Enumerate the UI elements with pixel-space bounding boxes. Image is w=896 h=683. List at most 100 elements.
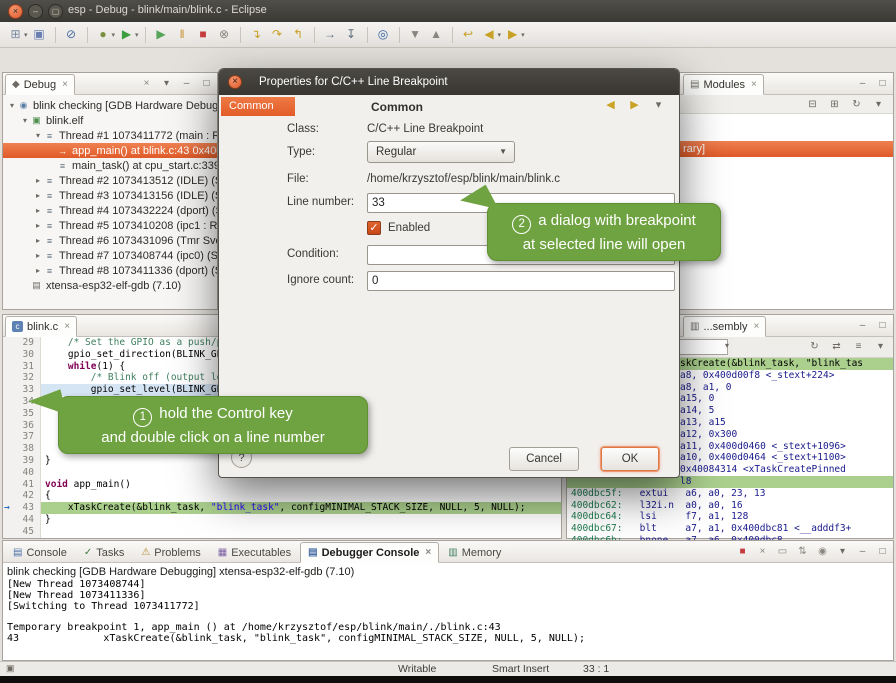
back-icon[interactable]: ◀ <box>604 98 617 111</box>
show-source-icon[interactable]: ≡ <box>852 341 865 352</box>
debug-tree-item[interactable]: ▸≡Thread #4 1073432224 (dport) (Sus <box>3 203 217 218</box>
close-tab-icon[interactable]: × <box>425 547 431 558</box>
previous-annotation-icon[interactable]: ▲ <box>427 25 446 44</box>
line-number[interactable]: 39 <box>3 455 41 467</box>
code-text[interactable] <box>41 526 561 538</box>
debug-tree-item[interactable]: ▤xtensa-esp32-elf-gdb (7.10) <box>3 278 217 293</box>
tab-console[interactable]: ▤Console <box>5 542 75 563</box>
tree-expander-icon[interactable]: ▾ <box>20 116 30 125</box>
minimize-view-icon[interactable]: – <box>856 320 869 331</box>
debug-tree-item[interactable]: ▾≡Thread #1 1073411772 (main : Runn <box>3 128 217 143</box>
tab-memory[interactable]: ▥Memory <box>440 542 509 563</box>
tab-blink-c[interactable]: c blink.c × <box>5 316 77 337</box>
skip-all-breakpoints-icon[interactable]: ⊘ <box>62 25 81 44</box>
line-number[interactable]: 30 <box>3 349 41 361</box>
close-tab-icon[interactable]: × <box>751 79 757 90</box>
line-number[interactable]: 33 <box>3 384 41 396</box>
window-maximize-button[interactable] <box>48 4 63 19</box>
line-number[interactable]: 32 <box>3 372 41 384</box>
refresh-disassembly-icon[interactable]: ↻ <box>808 341 821 352</box>
type-select[interactable]: Regular ▼ <box>367 141 515 163</box>
dialog-titlebar[interactable]: Properties for C/C++ Line Breakpoint <box>219 69 679 95</box>
remove-launch-icon[interactable]: × <box>756 546 769 557</box>
disassembly-line[interactable]: 400dbc5f: extui a6, a0, 23, 13 <box>567 488 893 500</box>
tree-expander-icon[interactable]: ▸ <box>33 206 43 215</box>
debug-tree-item[interactable]: ▾◉blink checking [GDB Hardware Debug <box>3 98 217 113</box>
terminate-icon[interactable]: ■ <box>736 546 749 557</box>
debug-tree-item[interactable]: ▸≡Thread #3 1073413156 (IDLE) (Susp <box>3 188 217 203</box>
last-edit-location-icon[interactable]: ↩ <box>459 25 478 44</box>
terminate-icon[interactable]: ■ <box>194 25 213 44</box>
instruction-stepping-icon[interactable]: → <box>321 25 340 44</box>
code-text[interactable]: void app_main() <box>41 479 561 491</box>
line-number[interactable]: 42 <box>3 490 41 502</box>
step-over-icon[interactable]: ↷ <box>268 25 287 44</box>
debug-tree-item[interactable]: ▸≡Thread #6 1073431096 (Tmr Svc) (S <box>3 233 217 248</box>
tab-debugger-console[interactable]: ▤Debugger Console× <box>300 542 439 563</box>
code-text[interactable]: } <box>41 514 561 526</box>
step-into-icon[interactable]: ↴ <box>247 25 266 44</box>
maximize-view-icon[interactable]: □ <box>876 78 889 89</box>
disassembly-menu-icon[interactable]: ▾ <box>874 341 887 352</box>
disassembly-line[interactable]: 400dbc64: lsi f7, a1, 128 <box>567 511 893 523</box>
tree-expander-icon[interactable]: ▾ <box>7 101 17 110</box>
enabled-checkbox[interactable] <box>367 221 381 235</box>
view-menu-icon[interactable]: ▾ <box>160 78 173 89</box>
close-tab-icon[interactable]: × <box>64 321 70 332</box>
debug-tree-item[interactable]: ▸≡Thread #5 1073410208 (ipc1 : Runni <box>3 218 217 233</box>
disconnect-icon[interactable]: ⊗ <box>215 25 234 44</box>
forward-icon[interactable]: ▶ <box>503 25 522 44</box>
line-number[interactable]: 44 <box>3 514 41 526</box>
debug-tree-item[interactable]: ▸≡Thread #7 1073408744 (ipc0) (Susp <box>3 248 217 263</box>
new-wizard-icon-dropdown[interactable]: ▾ <box>24 31 28 39</box>
drop-to-frame-icon[interactable]: ↧ <box>342 25 361 44</box>
resume-icon[interactable]: ▶ <box>152 25 171 44</box>
run-icon[interactable]: ▶ <box>117 25 136 44</box>
step-return-icon[interactable]: ↰ <box>289 25 308 44</box>
line-number[interactable]: 43→ <box>3 502 41 514</box>
tree-expander-icon[interactable]: ▸ <box>33 221 43 230</box>
minimize-view-icon[interactable]: – <box>180 78 193 89</box>
tree-expander-icon[interactable]: ▸ <box>33 176 43 185</box>
refresh-modules-icon[interactable]: ↻ <box>850 99 863 110</box>
tree-expander-icon[interactable]: ▸ <box>33 191 43 200</box>
pin-console-icon[interactable]: ◉ <box>816 546 829 557</box>
ignore-count-input[interactable] <box>367 271 675 291</box>
debug-tree-item[interactable]: ▸≡Thread #8 1073411336 (dport) (Sus <box>3 263 217 278</box>
line-number[interactable]: 37 <box>3 431 41 443</box>
dialog-sidebar-item-common[interactable]: Common <box>221 97 295 116</box>
run-icon-dropdown[interactable]: ▾ <box>135 31 139 39</box>
line-number[interactable]: 31 <box>3 361 41 373</box>
maximize-view-icon[interactable]: □ <box>200 78 213 89</box>
scroll-lock-icon[interactable]: ⇅ <box>796 546 809 557</box>
debug-tree-item[interactable]: ▸≡Thread #2 1073413512 (IDLE) (Susp <box>3 173 217 188</box>
remove-all-terminated-icon[interactable]: × <box>140 78 153 89</box>
back-icon-dropdown[interactable]: ▾ <box>498 31 502 39</box>
collapse-all-icon[interactable]: ⊟ <box>806 99 819 110</box>
console-menu-icon[interactable]: ▾ <box>836 546 849 557</box>
tab-debug[interactable]: ◆ Debug × <box>5 74 75 95</box>
disassembly-line[interactable]: 400dbc67: blt a7, a1, 0x400dbc81 <__addd… <box>567 523 893 535</box>
location-dropdown-icon[interactable]: ▾ <box>725 341 729 350</box>
maximize-view-icon[interactable]: □ <box>876 546 889 557</box>
debug-tree-item[interactable]: ≡main_task() at cpu_start.c:339 0x4 <box>3 158 217 173</box>
dialog-close-button[interactable] <box>228 75 242 89</box>
line-number[interactable]: 45 <box>3 526 41 538</box>
save-icon[interactable]: ▣ <box>30 25 49 44</box>
minimize-view-icon[interactable]: – <box>856 546 869 557</box>
forward-icon[interactable]: ▶ <box>628 98 641 111</box>
tab-executables[interactable]: ▦Executables <box>210 542 299 563</box>
debug-tree-item[interactable]: ▾▣blink.elf <box>3 113 217 128</box>
debug-tree-item[interactable]: →app_main() at blink.c:43 0x400dbc <box>3 143 217 158</box>
tree-expander-icon[interactable]: ▾ <box>33 131 43 140</box>
maximize-view-icon[interactable]: □ <box>876 320 889 331</box>
tab-modules[interactable]: ▤ Modules × <box>683 74 764 95</box>
close-tab-icon[interactable]: × <box>753 321 759 332</box>
window-minimize-button[interactable] <box>28 4 43 19</box>
clear-console-icon[interactable]: ▭ <box>776 546 789 557</box>
line-number[interactable]: 38 <box>3 443 41 455</box>
tree-expander-icon[interactable]: ▸ <box>33 236 43 245</box>
view-menu-icon[interactable]: ▾ <box>652 98 665 111</box>
line-number[interactable]: 41 <box>3 479 41 491</box>
expand-all-icon[interactable]: ⊞ <box>828 99 841 110</box>
